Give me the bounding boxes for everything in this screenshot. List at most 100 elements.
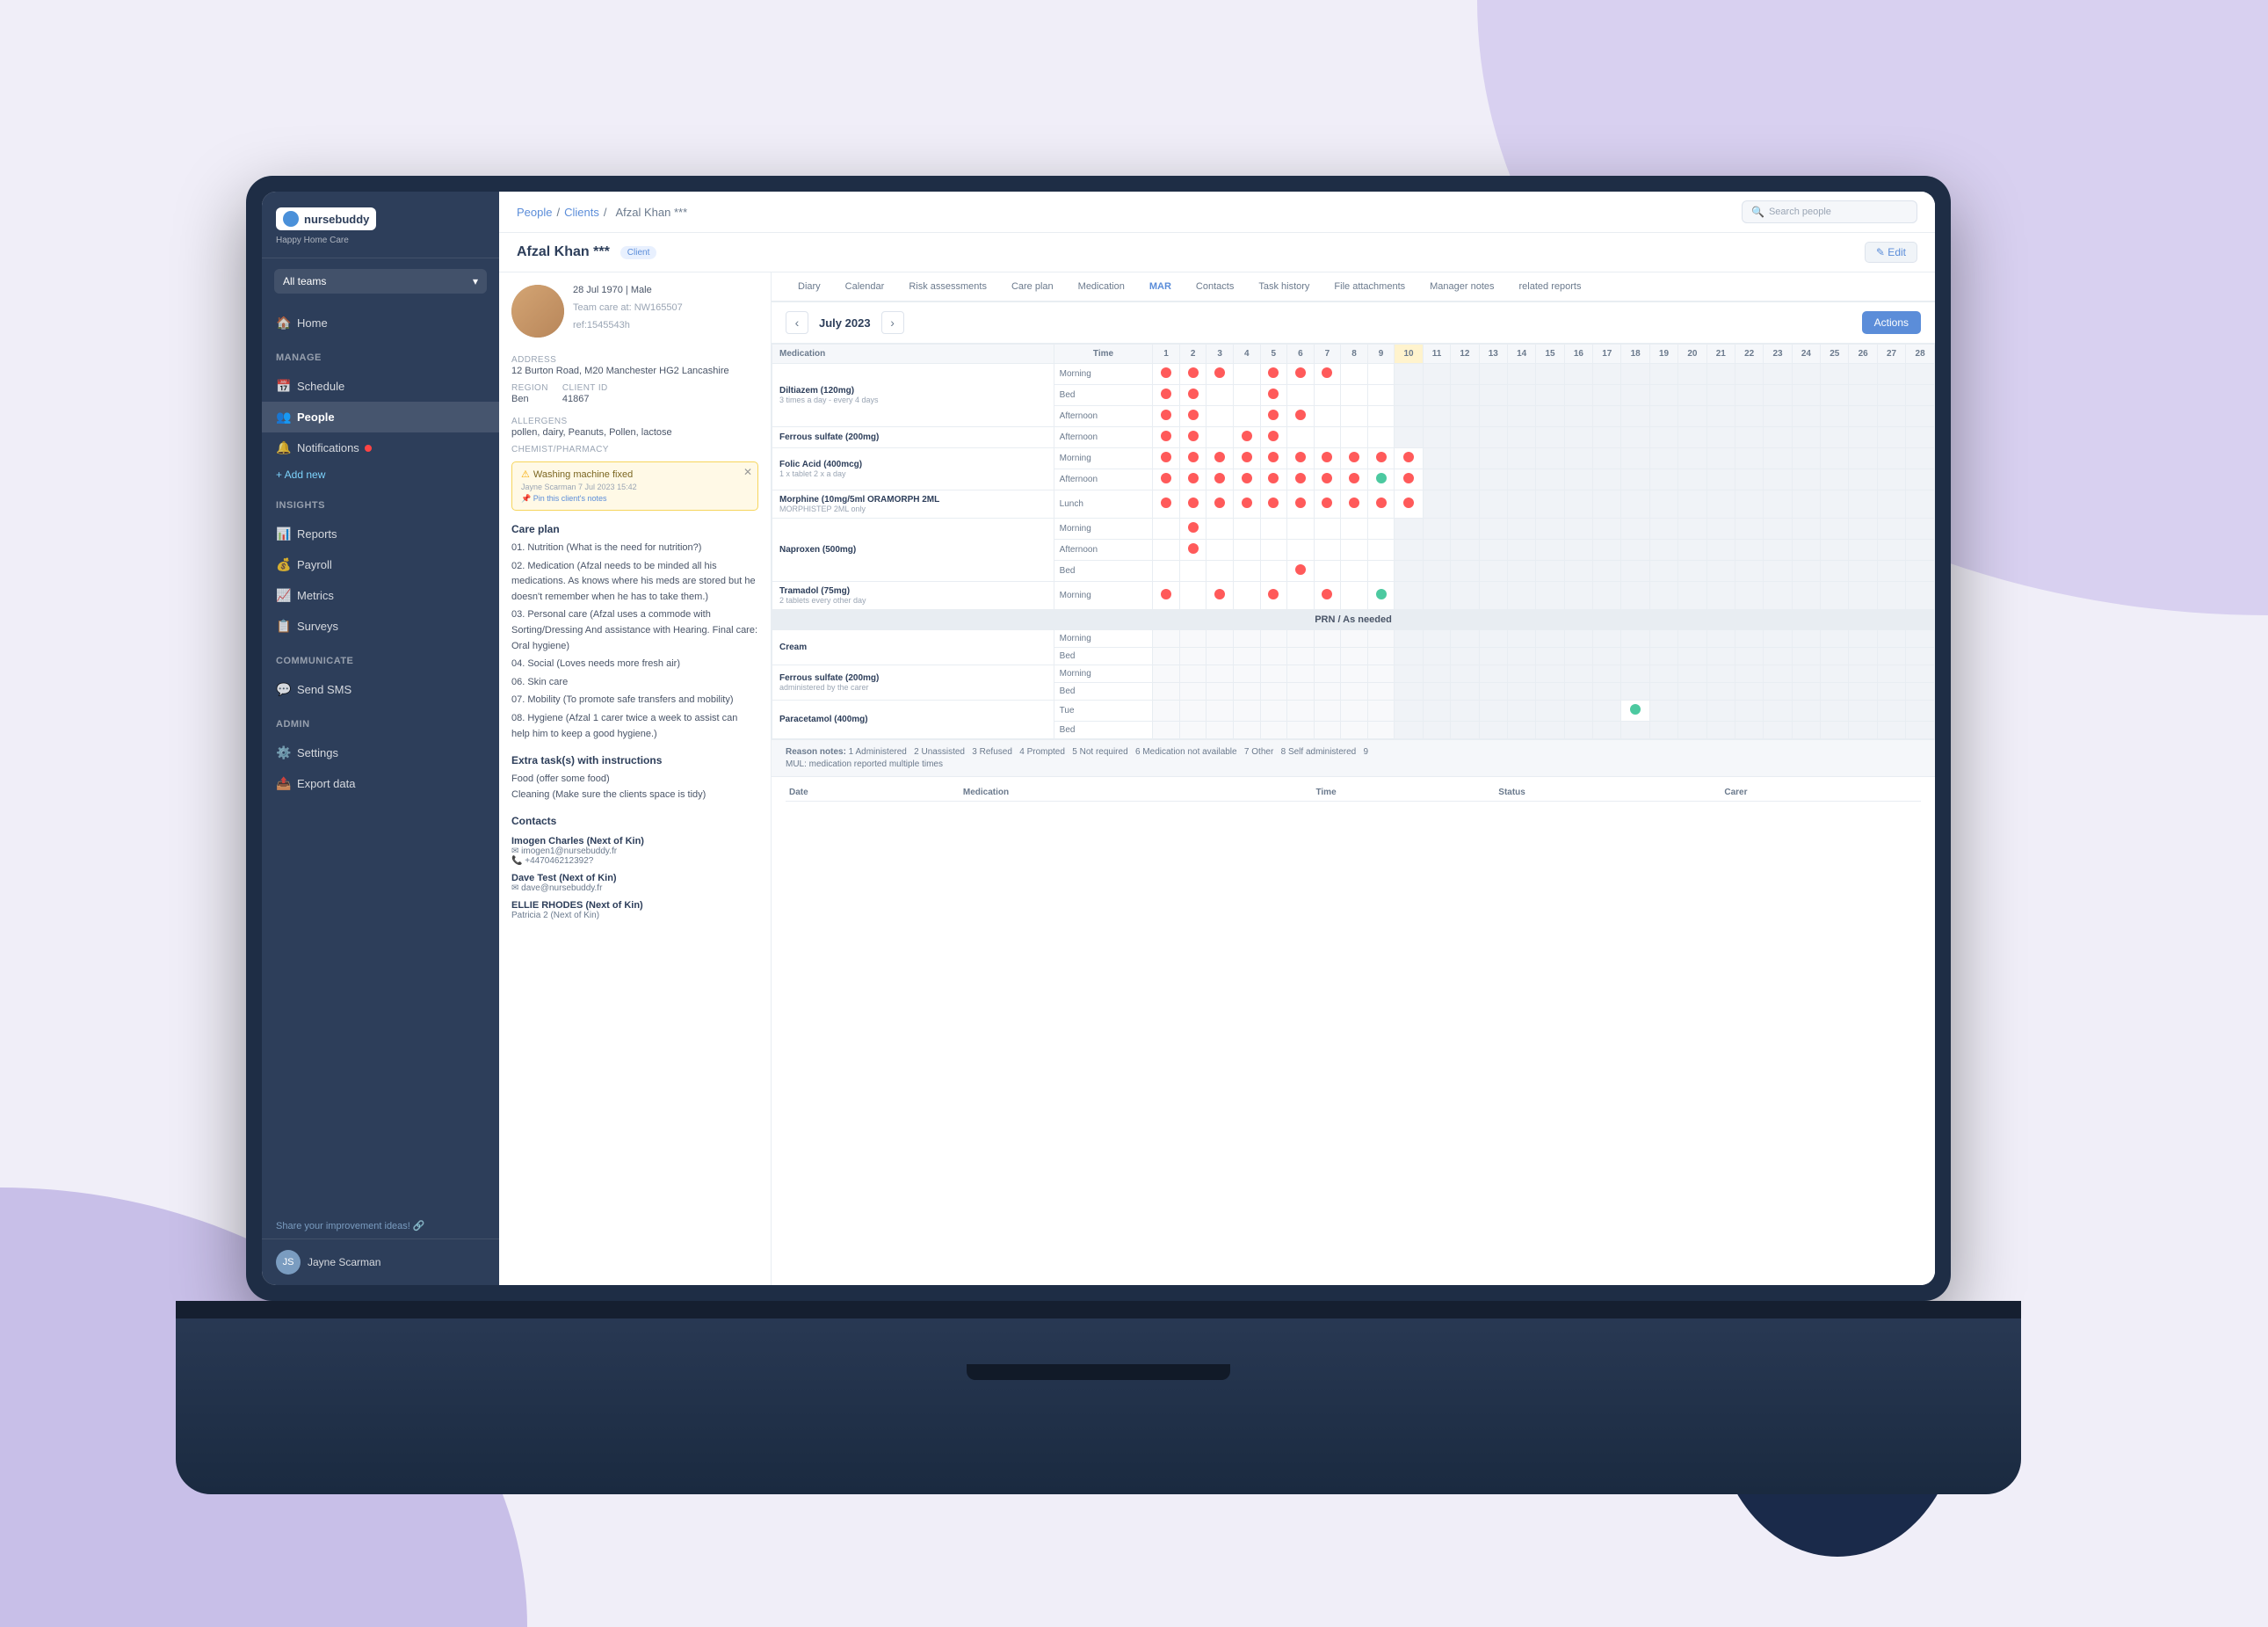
time-afternoon4: Afternoon: [1054, 540, 1153, 561]
sidebar-item-metrics[interactable]: 📈 Metrics: [262, 580, 499, 611]
med-name-tramadol: Tramadol (75mg) 2 tablets every other da…: [772, 582, 1054, 610]
contacts-section: Imogen Charles (Next of Kin) ✉ imogen1@n…: [511, 836, 758, 920]
tab-diary[interactable]: Diary: [786, 272, 833, 302]
time-morning3: Morning: [1054, 448, 1153, 469]
th-24: 24: [1792, 345, 1820, 364]
edit-button[interactable]: ✎ Edit: [1865, 242, 1917, 263]
sidebar-section-insights: Insights: [262, 486, 499, 519]
breadcrumb-sep1: /: [556, 206, 560, 219]
prn-section-label: PRN / As needed: [772, 610, 1935, 630]
breadcrumb-clients[interactable]: Clients: [564, 206, 599, 219]
th-3: 3: [1206, 345, 1234, 364]
laptop-base: [176, 1301, 2021, 1494]
sidebar-item-notifications-label: Notifications: [297, 441, 359, 454]
th-12: 12: [1451, 345, 1479, 364]
table-row: Ferrous sulfate (200mg) administered by …: [772, 665, 1935, 683]
sidebar-item-schedule-label: Schedule: [297, 380, 344, 393]
tab-task-history[interactable]: Task history: [1246, 272, 1322, 302]
prev-month-button[interactable]: ‹: [786, 311, 808, 334]
th-10: 10: [1395, 345, 1423, 364]
time-afternoon3: Afternoon: [1054, 469, 1153, 490]
sidebar-item-schedule[interactable]: 📅 Schedule: [262, 371, 499, 402]
sidebar-item-people[interactable]: 👥 People: [262, 402, 499, 432]
contact-3-name: ELLIE RHODES (Next of Kin): [511, 900, 758, 911]
breadcrumb-people[interactable]: People: [517, 206, 552, 219]
mar-panel: Diary Calendar Risk assessments Care pla…: [772, 272, 1935, 1285]
th-2: 2: [1179, 345, 1206, 364]
user-avatar: JS: [276, 1250, 301, 1275]
th-status: Status: [1495, 784, 1721, 802]
search-icon: 🔍: [1751, 206, 1764, 218]
care-plan-item-1: 01. Nutrition (What is the need for nutr…: [511, 541, 758, 556]
care-plan-item-5: 06. Skin care: [511, 675, 758, 691]
time-morning4: Morning: [1054, 519, 1153, 540]
time-afternoon2: Afternoon: [1054, 427, 1153, 448]
emar-notes-header: Date Medication Time Status Carer: [772, 776, 1935, 816]
user-name: Jayne Scarman: [308, 1256, 380, 1268]
tab-risk-assessments[interactable]: Risk assessments: [896, 272, 999, 302]
sidebar-section-communicate: Communicate: [262, 642, 499, 674]
sidebar-section-admin-label: Admin: [276, 719, 310, 730]
tab-mar[interactable]: MAR: [1137, 272, 1184, 302]
th-15: 15: [1536, 345, 1564, 364]
mar-table-wrapper[interactable]: Medication Time 1 2 3 4 5 6 7: [772, 344, 1935, 1285]
tab-calendar[interactable]: Calendar: [833, 272, 897, 302]
th-22: 22: [1735, 345, 1763, 364]
sidebar-item-surveys-label: Surveys: [297, 620, 338, 633]
metrics-icon: 📈: [276, 588, 290, 603]
tab-file-attachments[interactable]: File attachments: [1322, 272, 1417, 302]
content-area: 28 Jul 1970 | Male Team care at: NW16550…: [499, 272, 1935, 1285]
care-plan-item-4: 04. Social (Loves needs more fresh air): [511, 657, 758, 672]
tab-bar: Diary Calendar Risk assessments Care pla…: [772, 272, 1935, 302]
med-name-folic: Folic Acid (400mcg) 1 x tablet 2 x a day: [772, 448, 1054, 490]
time-bed7: Bed: [1054, 683, 1153, 701]
sidebar-item-send-sms[interactable]: 💬 Send SMS: [262, 674, 499, 705]
breadcrumb-sep2: /: [604, 206, 607, 219]
sidebar-item-send-sms-label: Send SMS: [297, 683, 351, 696]
top-bar: People / Clients / Afzal Khan *** 🔍 Sear…: [499, 192, 1935, 233]
sidebar-item-export[interactable]: 📤 Export data: [262, 768, 499, 799]
sidebar-item-surveys[interactable]: 📋 Surveys: [262, 611, 499, 642]
tab-contacts[interactable]: Contacts: [1184, 272, 1246, 302]
actions-button[interactable]: Actions: [1862, 311, 1921, 334]
th-6: 6: [1287, 345, 1315, 364]
sidebar-item-home[interactable]: 🏠 Home: [262, 308, 499, 338]
search-bar[interactable]: 🔍 Search people: [1742, 200, 1917, 223]
sidebar-item-settings[interactable]: ⚙️ Settings: [262, 737, 499, 768]
team-selector[interactable]: All teams ▾: [274, 269, 487, 294]
med-name-diltiazem: Diltiazem (120mg) 3 times a day - every …: [772, 364, 1054, 427]
alert-close-button[interactable]: ✕: [743, 466, 752, 478]
table-row: Morphine (10mg/5ml ORAMORPH 2ML MORPHIST…: [772, 490, 1935, 519]
alert-link[interactable]: 📌 Pin this client's notes: [521, 494, 749, 504]
care-plan-list: 01. Nutrition (What is the need for nutr…: [511, 541, 758, 742]
sidebar-footer: JS Jayne Scarman: [262, 1238, 499, 1285]
tab-care-plan[interactable]: Care plan: [999, 272, 1066, 302]
tab-manager-notes[interactable]: Manager notes: [1417, 272, 1506, 302]
th-18: 18: [1621, 345, 1649, 364]
contact-1-email: ✉ imogen1@nursebuddy.fr: [511, 846, 758, 856]
sidebar-item-notifications[interactable]: 🔔 Notifications: [262, 432, 499, 463]
th-medication: Medication: [772, 345, 1054, 364]
sms-icon: 💬: [276, 682, 290, 697]
med-name-ferrous: Ferrous sulfate (200mg): [772, 427, 1054, 448]
breadcrumb: People / Clients / Afzal Khan ***: [517, 206, 692, 219]
contact-1-phone: 📞 +447046212392?: [511, 856, 758, 866]
add-new-link[interactable]: + Add new: [262, 463, 499, 486]
breadcrumb-current: Afzal Khan ***: [615, 206, 687, 219]
emar-notes-table: Date Medication Time Status Carer: [786, 784, 1921, 809]
share-ideas-link[interactable]: Share your improvement ideas! 🔗: [262, 1213, 499, 1238]
client-panel: 28 Jul 1970 | Male Team care at: NW16550…: [499, 272, 772, 1285]
client-region: Ben: [511, 394, 548, 404]
client-avatar: [511, 285, 564, 338]
sidebar-item-payroll[interactable]: 💰 Payroll: [262, 549, 499, 580]
payroll-icon: 💰: [276, 557, 290, 572]
tab-related-reports[interactable]: related reports: [1507, 272, 1594, 302]
next-month-button[interactable]: ›: [881, 311, 904, 334]
sidebar-section-insights-label: Insights: [276, 500, 325, 511]
client-header: Afzal Khan *** Client ✎ Edit: [499, 233, 1935, 272]
th-date: Date: [786, 784, 960, 802]
table-row: Ferrous sulfate (200mg) Afternoon: [772, 427, 1935, 448]
extra-task-2: Cleaning (Make sure the clients space is…: [511, 788, 758, 803]
tab-medication[interactable]: Medication: [1066, 272, 1137, 302]
sidebar-item-reports[interactable]: 📊 Reports: [262, 519, 499, 549]
